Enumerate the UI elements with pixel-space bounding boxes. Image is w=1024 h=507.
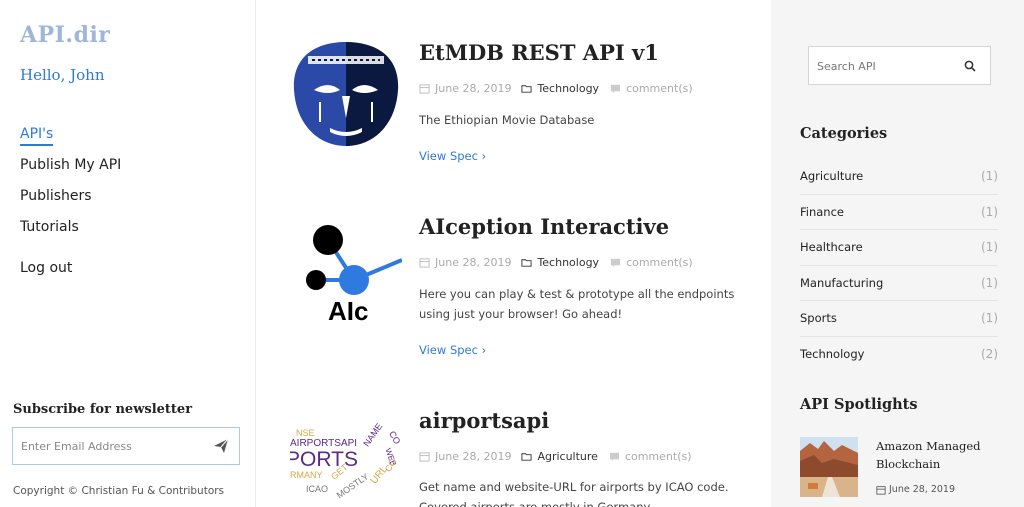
categories-list: Agriculture (1) Finance (1) Healthcare (1) … — [800, 159, 998, 372]
left-sidebar: API.dir Hello, John API's Publish My API… — [0, 0, 256, 507]
newsletter-title: Subscribe for newsletter — [13, 402, 193, 417]
word-cloud-word: NAME — [361, 421, 384, 448]
category-item-agriculture[interactable]: Agriculture (1) — [800, 159, 998, 195]
network-logo: AIc — [306, 225, 402, 324]
comment-icon — [610, 258, 621, 268]
category-name: Agriculture — [800, 169, 864, 184]
send-icon[interactable] — [213, 438, 229, 454]
word-cloud-word: CO — [387, 429, 402, 446]
api-description: Get name and website-URL for airports by… — [419, 480, 729, 507]
spotlight-meta: June 28, 2019 — [876, 484, 955, 495]
post-comments[interactable]: comment(s) — [626, 82, 693, 95]
folder-icon — [521, 259, 532, 267]
nav-item-label: API's — [20, 126, 54, 146]
spotlights-heading: API Spotlights — [800, 396, 918, 413]
folder-icon — [521, 85, 532, 93]
nav-item-tutorials[interactable]: Tutorials — [20, 217, 121, 248]
mask-logo — [293, 42, 399, 146]
category-name: Healthcare — [800, 240, 863, 255]
api-title[interactable]: AIception Interactive — [419, 214, 669, 239]
category-name: Finance — [800, 204, 844, 219]
api-title[interactable]: airportsapi — [419, 408, 549, 433]
calendar-icon — [419, 84, 430, 94]
post-date: June 28, 2019 — [435, 256, 512, 269]
copyright-text: Copyright © Christian Fu & Contributors — [13, 485, 225, 497]
post-meta: June 28, 2019 Technology comment(s) — [419, 82, 693, 95]
post-category[interactable]: Agriculture — [537, 450, 598, 463]
category-name: Technology — [800, 347, 865, 362]
site-logo[interactable]: API.dir — [20, 22, 110, 48]
nav-item-apis[interactable]: API's — [20, 124, 121, 155]
categories-heading: Categories — [800, 125, 888, 142]
calendar-icon — [419, 258, 430, 268]
logout-label: Log out — [20, 260, 73, 276]
view-spec-link[interactable]: View Spec › — [419, 149, 486, 163]
category-item-sports[interactable]: Sports (1) — [800, 301, 998, 337]
word-cloud-thumbnail[interactable]: NSE AIRPORTSAPI NAME CO PORTS WEB RMANY … — [290, 406, 402, 507]
category-count: (1) — [981, 169, 998, 184]
word-cloud: NSE AIRPORTSAPI NAME CO PORTS WEB RMANY … — [290, 421, 402, 500]
post-meta: June 28, 2019 Agriculture comment(s) — [419, 450, 692, 463]
newsletter-form — [12, 427, 240, 465]
post-category[interactable]: Technology — [537, 256, 599, 269]
post-date: June 28, 2019 — [435, 82, 512, 95]
logout-link[interactable]: Log out — [20, 258, 121, 289]
word-cloud-word: ICAO — [306, 484, 328, 494]
desert-road-image — [800, 437, 858, 497]
nav-item-publish-my-api[interactable]: Publish My API — [20, 155, 121, 186]
comment-icon — [610, 84, 621, 94]
nav-item-label: Publish My API — [20, 157, 122, 173]
category-count: (2) — [981, 347, 998, 362]
comment-icon — [609, 452, 620, 462]
spotlight-title[interactable]: Amazon Managed Blockchain — [876, 437, 996, 473]
api-list: EtMDB REST API v1 June 28, 2019 Technolo… — [256, 0, 771, 507]
main-nav: API's Publish My API Publishers Tutorial… — [20, 124, 121, 289]
view-spec-link[interactable]: View Spec › — [419, 343, 486, 357]
post-comments[interactable]: comment(s) — [625, 450, 692, 463]
nav-item-label: Publishers — [20, 188, 92, 204]
category-name: Manufacturing — [800, 275, 884, 290]
nav-item-publishers[interactable]: Publishers — [20, 186, 121, 217]
category-count: (1) — [981, 240, 998, 255]
greeting: Hello, John — [20, 66, 105, 84]
category-count: (1) — [981, 311, 998, 326]
category-count: (1) — [981, 275, 998, 290]
category-count: (1) — [981, 204, 998, 219]
post-meta: June 28, 2019 Technology comment(s) — [419, 256, 693, 269]
api-description: Here you can play & test & prototype all… — [419, 287, 735, 321]
category-item-healthcare[interactable]: Healthcare (1) — [800, 230, 998, 266]
search-icon[interactable] — [964, 60, 976, 72]
post-date: June 28, 2019 — [435, 450, 512, 463]
folder-icon — [521, 453, 532, 461]
search-input[interactable] — [817, 57, 957, 75]
word-cloud-word: RMANY — [290, 470, 323, 480]
category-item-manufacturing[interactable]: Manufacturing (1) — [800, 266, 998, 301]
nav-item-label: Tutorials — [20, 219, 79, 235]
calendar-icon — [419, 452, 430, 462]
api-title[interactable]: EtMDB REST API v1 — [419, 40, 659, 65]
calendar-icon — [876, 485, 886, 495]
mask-logo-thumbnail[interactable] — [290, 38, 402, 150]
spotlight-thumbnail[interactable] — [800, 437, 858, 497]
api-description: The Ethiopian Movie Database — [419, 113, 595, 127]
category-name: Sports — [800, 311, 837, 326]
category-item-finance[interactable]: Finance (1) — [800, 195, 998, 230]
post-category[interactable]: Technology — [537, 82, 599, 95]
search-box — [808, 46, 991, 85]
post-comments[interactable]: comment(s) — [626, 256, 693, 269]
category-item-technology[interactable]: Technology (2) — [800, 337, 998, 373]
network-logo-thumbnail[interactable]: AIc — [290, 212, 402, 324]
newsletter-email-input[interactable] — [21, 437, 201, 455]
right-sidebar: Categories Agriculture (1) Finance (1) Hea… — [771, 0, 1024, 507]
network-logo-text: AIc — [328, 296, 368, 324]
word-cloud-word: NSE — [296, 428, 315, 438]
spotlight-date: June 28, 2019 — [889, 484, 956, 495]
